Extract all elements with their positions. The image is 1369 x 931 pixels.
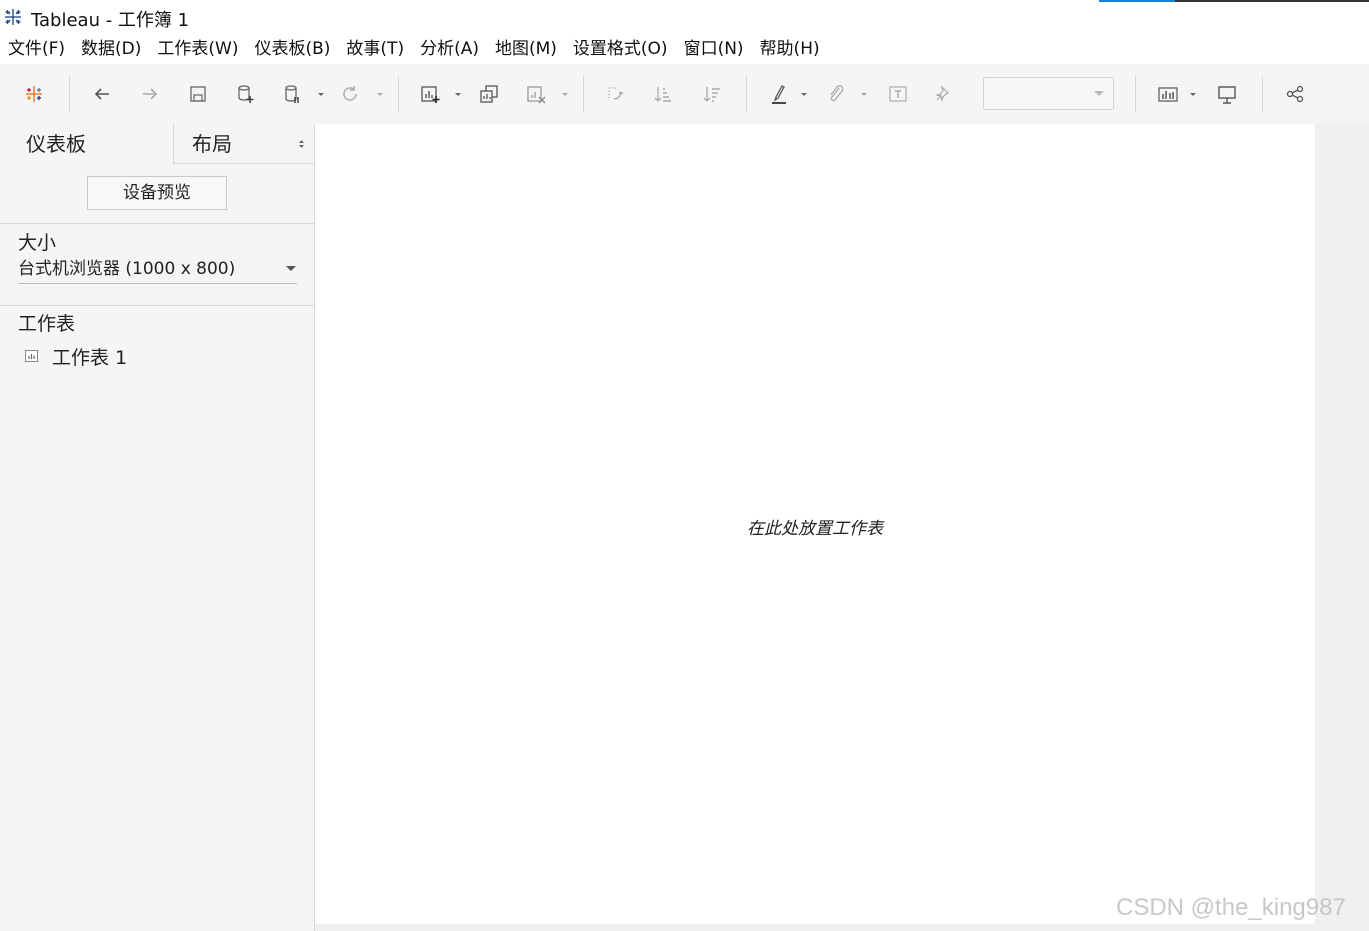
menu-format[interactable]: 设置格式(O): [565, 34, 676, 64]
title-bar: Tableau - 工作簿 1: [0, 0, 1369, 34]
dashboard-side-panel: 仪表板 布局 设备预览 大小 台式机浏览器 (1000 x 800) 工作表 工…: [0, 124, 315, 931]
window-title: Tableau - 工作簿 1: [31, 10, 190, 31]
menu-window[interactable]: 窗口(N): [676, 34, 752, 64]
sort-descending-icon[interactable]: [700, 82, 724, 106]
menu-analysis[interactable]: 分析(A): [412, 34, 487, 64]
fit-select[interactable]: [983, 77, 1114, 110]
chevron-down-icon: [1094, 91, 1104, 96]
sheet-item-label: 工作表 1: [52, 346, 128, 369]
clear-sheet-icon[interactable]: [524, 82, 548, 106]
size-section-title: 大小: [18, 232, 57, 254]
tab-dashboard[interactable]: 仪表板: [0, 124, 174, 164]
swap-rows-columns-icon[interactable]: [603, 82, 627, 106]
menu-story[interactable]: 故事(T): [338, 34, 412, 64]
dashboard-canvas[interactable]: 在此处放置工作表: [315, 124, 1315, 924]
canvas-margin: [1315, 124, 1369, 931]
show-me-icon[interactable]: [1156, 82, 1180, 106]
chevron-down-icon[interactable]: [860, 82, 868, 106]
chevron-down-icon[interactable]: [561, 82, 569, 106]
toolbar-separator: [69, 76, 70, 112]
menu-dashboard[interactable]: 仪表板(B): [246, 34, 338, 64]
pause-auto-updates-icon[interactable]: [280, 82, 304, 106]
toolbar-separator: [746, 76, 747, 112]
menu-data[interactable]: 数据(D): [73, 34, 149, 64]
chevron-down-icon[interactable]: [317, 82, 325, 106]
fix-axes-icon[interactable]: [932, 82, 956, 106]
back-arrow-icon[interactable]: [90, 82, 114, 106]
size-select-value: 台式机浏览器 (1000 x 800): [18, 259, 236, 279]
group-members-icon[interactable]: [824, 82, 848, 106]
sheet-item-worksheet-1[interactable]: 工作表 1: [24, 343, 127, 369]
watermark: CSDN @the_king987: [1116, 894, 1346, 921]
tab-dashboard-label: 仪表板: [26, 132, 86, 156]
highlight-icon[interactable]: [767, 82, 791, 106]
share-icon[interactable]: [1283, 82, 1307, 106]
menu-help[interactable]: 帮助(H): [752, 34, 828, 64]
chevron-down-icon: [286, 266, 296, 271]
new-data-source-icon[interactable]: [233, 82, 257, 106]
save-icon[interactable]: [186, 82, 210, 106]
menu-worksheet[interactable]: 工作表(W): [149, 34, 246, 64]
tab-layout-label: 布局: [192, 132, 232, 156]
worksheet-icon: [25, 350, 38, 362]
menu-bar: 文件(F) 数据(D) 工作表(W) 仪表板(B) 故事(T) 分析(A) 地图…: [0, 34, 1369, 64]
canvas-margin: [315, 924, 1315, 931]
toolbar-separator: [398, 76, 399, 112]
toolbar-separator: [583, 76, 584, 112]
presentation-mode-icon[interactable]: [1215, 82, 1239, 106]
up-down-arrows-icon: [299, 140, 304, 148]
drop-zone-hint: 在此处放置工作表: [747, 519, 883, 539]
tableau-logo-icon: [5, 9, 21, 25]
divider: [0, 305, 315, 306]
forward-arrow-icon[interactable]: [138, 82, 162, 106]
divider: [0, 223, 315, 224]
menu-file[interactable]: 文件(F): [0, 34, 73, 64]
toolbar: [0, 64, 1369, 124]
device-preview-button[interactable]: 设备预览: [87, 176, 227, 210]
tableau-logo-icon[interactable]: [22, 82, 46, 106]
menu-map[interactable]: 地图(M): [487, 34, 565, 64]
duplicate-sheet-icon[interactable]: [477, 82, 501, 106]
toolbar-separator: [1135, 76, 1136, 112]
sort-ascending-icon[interactable]: [651, 82, 675, 106]
tab-layout[interactable]: 布局: [173, 124, 314, 164]
loading-progress-fill: [1099, 0, 1175, 2]
sheets-section-title: 工作表: [18, 313, 76, 335]
toolbar-separator: [1262, 76, 1263, 112]
chevron-down-icon[interactable]: [376, 82, 384, 106]
refresh-icon[interactable]: [338, 82, 362, 106]
chevron-down-icon[interactable]: [800, 82, 808, 106]
show-mark-labels-icon[interactable]: [886, 82, 910, 106]
new-worksheet-icon[interactable]: [418, 82, 442, 106]
chevron-down-icon[interactable]: [454, 82, 462, 106]
size-select[interactable]: 台式机浏览器 (1000 x 800): [18, 257, 297, 284]
chevron-down-icon[interactable]: [1189, 82, 1197, 106]
loading-progress-bar: [1099, 0, 1369, 2]
